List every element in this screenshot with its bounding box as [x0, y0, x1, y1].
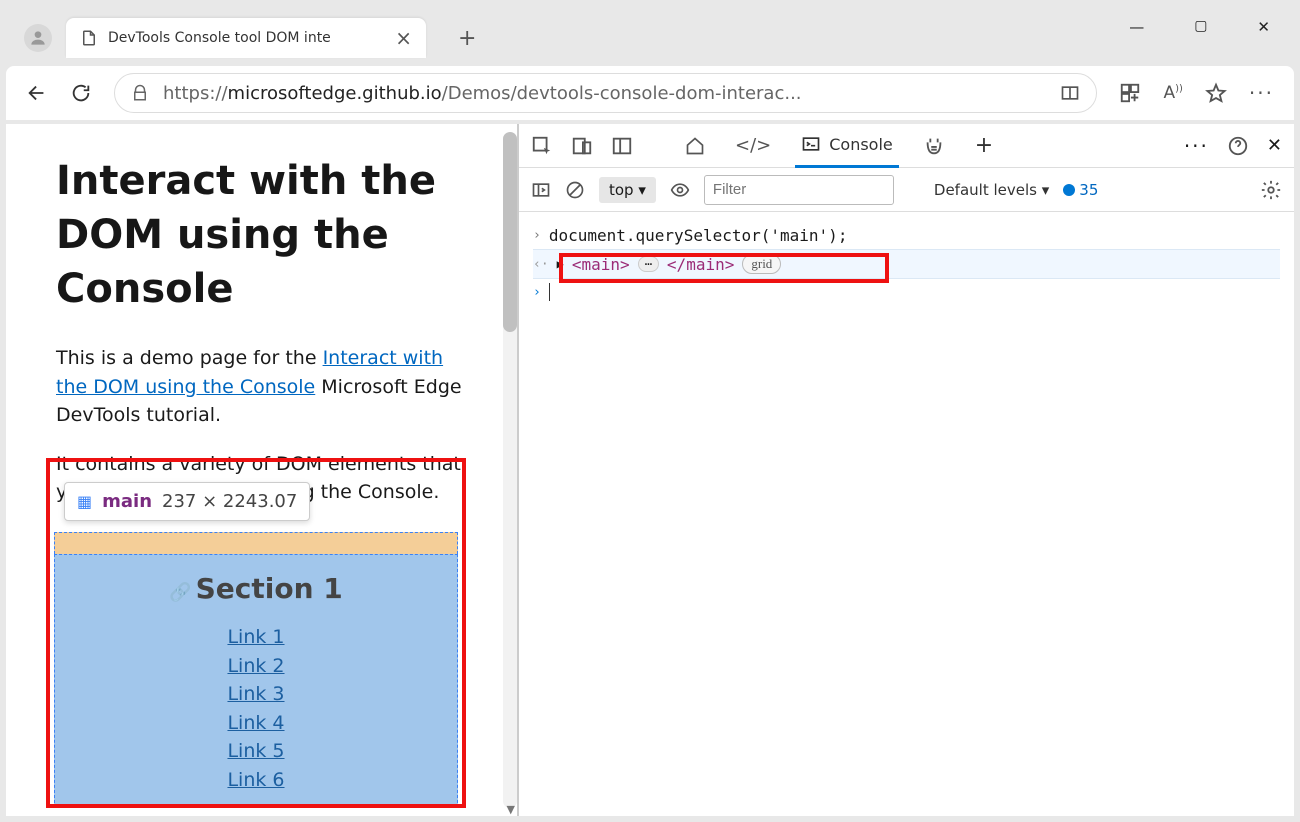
reader-mode-icon[interactable]: [1060, 83, 1080, 103]
log-levels-selector[interactable]: Default levels ▾: [934, 181, 1049, 199]
close-window-button[interactable]: ✕: [1257, 18, 1270, 36]
maximize-button[interactable]: ▢: [1194, 18, 1207, 36]
console-tab[interactable]: Console: [795, 124, 899, 168]
profile-avatar[interactable]: [24, 24, 52, 52]
new-tab-button[interactable]: +: [458, 26, 476, 51]
cursor: [549, 283, 550, 301]
collections-icon[interactable]: [1119, 82, 1141, 104]
clear-console-icon[interactable]: [565, 180, 585, 200]
dock-side-icon[interactable]: [611, 135, 633, 157]
devtools-pane: </> Console + ··· ✕ top ▾ Default levels…: [518, 124, 1294, 816]
intro-paragraph: This is a demo page for the Interact wit…: [56, 344, 467, 430]
page-pane: Interact with the DOM using the Console …: [6, 124, 518, 816]
close-tab-icon[interactable]: ×: [395, 26, 412, 50]
annotation-result-highlight: [559, 253, 889, 283]
output-prompt-icon: ‹·: [533, 257, 549, 272]
more-menu-button[interactable]: ···: [1249, 81, 1274, 105]
refresh-button[interactable]: [70, 82, 92, 104]
new-tool-button[interactable]: +: [969, 124, 999, 168]
page-favicon-icon: [80, 29, 98, 47]
help-icon[interactable]: [1227, 135, 1249, 157]
sources-tab[interactable]: [917, 124, 951, 168]
scroll-down-icon[interactable]: ▼: [507, 803, 515, 816]
read-aloud-icon[interactable]: A)): [1163, 83, 1182, 103]
tab-title: DevTools Console tool DOM inte: [108, 30, 385, 46]
more-tools-button[interactable]: ···: [1184, 134, 1209, 158]
page-heading: Interact with the DOM using the Console: [56, 154, 467, 316]
filter-input[interactable]: [704, 175, 894, 205]
live-expression-icon[interactable]: [670, 180, 690, 200]
console-settings-icon[interactable]: [1260, 179, 1282, 201]
console-actionbar: top ▾ Default levels ▾ 35: [519, 168, 1294, 212]
close-devtools-button[interactable]: ✕: [1267, 135, 1282, 156]
device-emulation-icon[interactable]: [571, 135, 593, 157]
context-selector[interactable]: top ▾: [599, 177, 656, 203]
browser-toolbar: https://microsoftedge.github.io/Demos/de…: [6, 66, 1294, 120]
favorite-icon[interactable]: [1205, 82, 1227, 104]
inspect-element-icon[interactable]: [531, 135, 553, 157]
annotation-highlight-box: [46, 458, 466, 808]
input-prompt-icon: ›: [533, 285, 541, 300]
window-controls: — ▢ ✕: [1129, 18, 1270, 36]
scrollbar-thumb[interactable]: [503, 132, 517, 332]
lock-icon: [131, 84, 149, 102]
elements-tab[interactable]: </>: [729, 124, 777, 168]
devtools-tab-strip: </> Console + ··· ✕: [519, 124, 1294, 168]
console-input-code: document.querySelector('main');: [549, 226, 848, 245]
input-prompt-icon: ›: [533, 228, 541, 243]
back-button[interactable]: [26, 82, 48, 104]
toggle-sidebar-icon[interactable]: [531, 180, 551, 200]
minimize-button[interactable]: —: [1129, 18, 1144, 36]
console-input-line: › document.querySelector('main');: [533, 222, 1280, 249]
console-body[interactable]: › document.querySelector('main'); ‹· ▶ <…: [519, 212, 1294, 816]
title-bar: DevTools Console tool DOM inte × +: [24, 18, 476, 58]
browser-tab[interactable]: DevTools Console tool DOM inte ×: [66, 18, 426, 58]
url-text: https://microsoftedge.github.io/Demos/de…: [163, 83, 1046, 104]
address-bar[interactable]: https://microsoftedge.github.io/Demos/de…: [114, 73, 1097, 113]
issues-badge[interactable]: 35: [1063, 181, 1098, 199]
welcome-tab[interactable]: [679, 124, 711, 168]
